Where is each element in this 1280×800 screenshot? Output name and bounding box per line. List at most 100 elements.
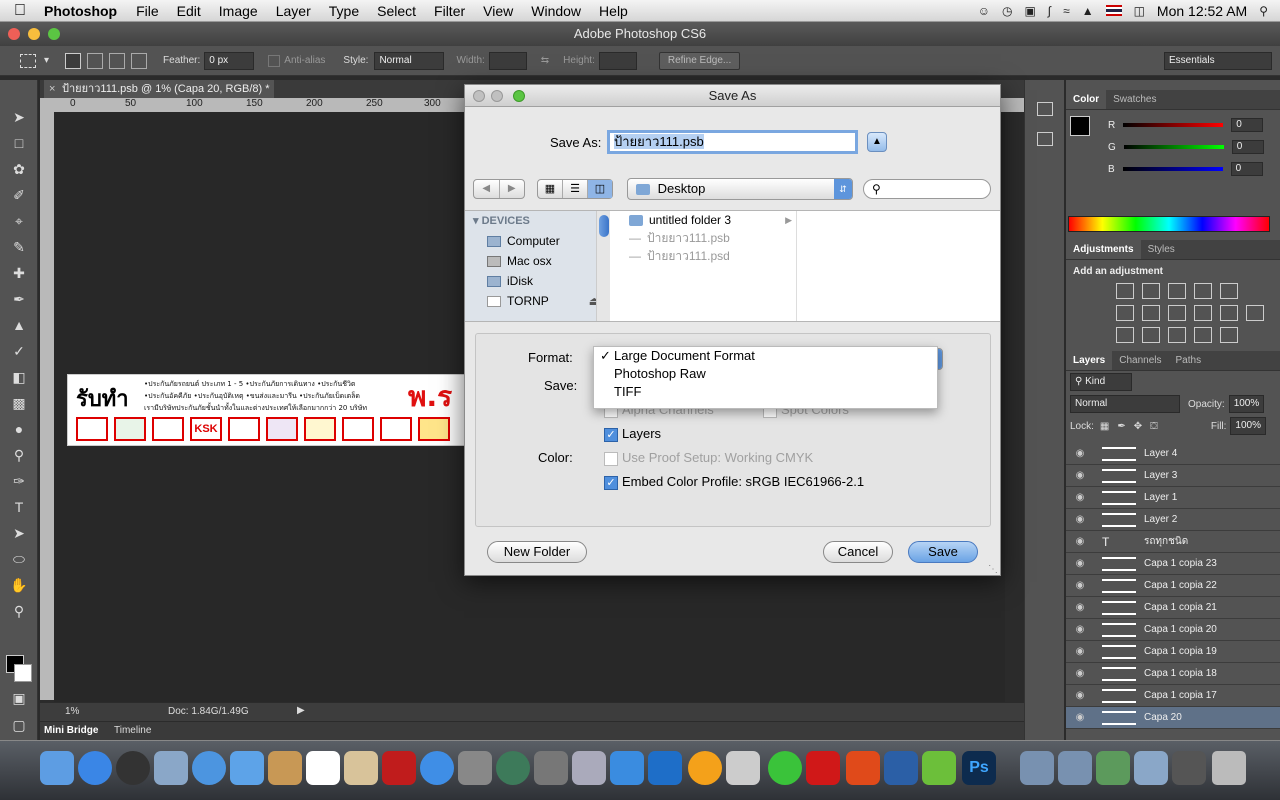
lock-position-icon[interactable]: ✥ [1134, 421, 1142, 432]
eye-visibility-icon[interactable]: ◉ [1066, 448, 1094, 459]
app-icon[interactable] [648, 751, 682, 785]
new-selection-icon[interactable] [65, 52, 82, 69]
menu-layer[interactable]: Layer [267, 3, 320, 19]
spotlight-search-icon[interactable]: ⚲ [1259, 4, 1268, 18]
blue-value[interactable]: 0 [1230, 162, 1263, 176]
status-menu-arrow-icon[interactable]: ▶ [297, 705, 305, 716]
healing-brush-tool-icon[interactable]: ✚ [0, 260, 38, 286]
pen-tool-icon[interactable]: ✑ [0, 468, 38, 494]
battery-icon[interactable]: ◫ [1134, 4, 1145, 18]
tab-adjustments[interactable]: Adjustments [1066, 240, 1141, 259]
tab-swatches[interactable]: Swatches [1106, 90, 1163, 109]
eye-visibility-icon[interactable]: ◉ [1066, 558, 1094, 569]
layer-row[interactable]: ◉ T รถทุกชนิด [1066, 531, 1280, 553]
time-machine-icon[interactable]: ◷ [1002, 4, 1012, 18]
tab-mini-bridge[interactable]: Mini Bridge [44, 725, 98, 736]
eye-visibility-icon[interactable]: ◉ [1066, 602, 1094, 613]
format-option-ldf[interactable]: ✓ Large Document Format [594, 347, 937, 365]
device-tornp[interactable]: TORNP ⏏ [465, 291, 610, 311]
expand-dialog-button[interactable]: ▲ [867, 132, 887, 152]
layers-checkbox[interactable]: ✓ [604, 427, 618, 442]
lock-all-icon[interactable]: ⛋ [1150, 421, 1158, 432]
background-color-swatch[interactable] [14, 664, 32, 682]
gradient-map-icon[interactable] [1220, 327, 1238, 343]
layer-row[interactable]: ◉ Layer 3 [1066, 465, 1280, 487]
app-store-icon[interactable] [78, 751, 112, 785]
eye-visibility-icon[interactable]: ◉ [1066, 580, 1094, 591]
sidebar-scroll-thumb[interactable] [599, 215, 609, 237]
stack-icon[interactable] [1172, 751, 1206, 785]
location-popup[interactable]: Desktop ⇵ [627, 178, 853, 200]
format-option-raw[interactable]: Photoshop Raw [594, 365, 937, 383]
lock-pixels-icon[interactable]: ▦ [1100, 421, 1109, 432]
app-icon[interactable] [572, 751, 606, 785]
invert-icon[interactable] [1116, 327, 1134, 343]
tab-timeline[interactable]: Timeline [114, 725, 151, 736]
back-arrow-icon[interactable]: ◀ [474, 180, 500, 198]
layer-row[interactable]: ◉ Capa 1 copia 18 [1066, 663, 1280, 685]
eraser-tool-icon[interactable]: ◧ [0, 364, 38, 390]
quick-select-tool-icon[interactable]: ✐ [0, 182, 38, 208]
app-icon[interactable] [884, 751, 918, 785]
height-input[interactable] [598, 51, 637, 70]
search-field[interactable]: ⚲ [863, 179, 991, 199]
display-icon[interactable]: ▣ [1024, 4, 1035, 18]
feather-input[interactable]: 0 px [204, 51, 255, 70]
app-icon[interactable] [922, 751, 956, 785]
posterize-icon[interactable] [1142, 327, 1160, 343]
fill-input[interactable]: 100% [1230, 417, 1266, 435]
dashboard-icon[interactable] [116, 751, 150, 785]
tab-paths[interactable]: Paths [1169, 351, 1209, 370]
app-icon[interactable] [688, 751, 722, 785]
dialog-close-button[interactable] [473, 90, 485, 102]
path-select-tool-icon[interactable]: ➤ [0, 520, 38, 546]
file-item[interactable]: — ป้ายยาว111.psd [615, 247, 796, 265]
layer-row[interactable]: ◉ Capa 1 copia 17 [1066, 685, 1280, 707]
menu-window[interactable]: Window [522, 3, 590, 19]
dict-icon[interactable] [806, 751, 840, 785]
eye-visibility-icon[interactable]: ◉ [1066, 668, 1094, 679]
documents-folder-icon[interactable] [1058, 751, 1092, 785]
eye-visibility-icon[interactable]: ◉ [1066, 536, 1094, 547]
list-view-icon[interactable]: ☰ [563, 180, 588, 198]
layer-row[interactable]: ◉ Capa 1 copia 19 [1066, 641, 1280, 663]
screen-mode-icon[interactable]: ▢ [0, 712, 38, 738]
forward-arrow-icon[interactable]: ▶ [500, 180, 525, 198]
color-fg-swatch[interactable] [1070, 116, 1090, 136]
kind-filter-select[interactable]: ⚲ Kind [1070, 373, 1132, 391]
filename-input[interactable]: ป้ายยาว111.psb [607, 130, 858, 154]
curves-icon[interactable] [1168, 283, 1186, 299]
layer-row[interactable]: ◉ Capa 20 [1066, 707, 1280, 729]
color-spectrum-bar[interactable] [1068, 216, 1270, 232]
tool-preset-dropdown-icon[interactable]: ▾ [44, 55, 49, 66]
safari-icon[interactable] [192, 751, 226, 785]
minimize-window-button[interactable] [28, 28, 40, 40]
facetime-icon[interactable] [230, 751, 264, 785]
menu-filter[interactable]: Filter [425, 3, 474, 19]
eye-visibility-icon[interactable]: ◉ [1066, 624, 1094, 635]
apple-menu-icon[interactable]:  [0, 2, 40, 20]
bluetooth-icon[interactable]: ∫ [1048, 4, 1051, 18]
threshold-icon[interactable] [1168, 327, 1186, 343]
levels-icon[interactable] [1142, 283, 1160, 299]
width-input[interactable] [488, 51, 527, 70]
layer-row[interactable]: ◉ Layer 1 [1066, 487, 1280, 509]
cancel-button[interactable]: Cancel [823, 541, 893, 563]
menu-image[interactable]: Image [210, 3, 267, 19]
move-tool-icon[interactable]: ➤ [0, 104, 38, 130]
proof-setup-option[interactable]: Use Proof Setup: Working CMYK [604, 450, 813, 466]
crop-tool-icon[interactable]: ⌖ [0, 208, 38, 234]
intersect-selection-icon[interactable] [131, 52, 148, 69]
app-icon[interactable] [726, 751, 760, 785]
black-white-icon[interactable] [1168, 305, 1186, 321]
photoshop-icon[interactable]: Ps [962, 751, 996, 785]
history-panel-icon[interactable] [1037, 102, 1053, 116]
lock-paint-icon[interactable]: ✒ [1117, 421, 1125, 432]
marquee-tool-icon[interactable] [20, 53, 36, 68]
layer-row[interactable]: ◉ Layer 2 [1066, 509, 1280, 531]
history-brush-tool-icon[interactable]: ✓ [0, 338, 38, 364]
blur-tool-icon[interactable]: ● [0, 416, 38, 442]
green-value[interactable]: 0 [1231, 140, 1264, 154]
line-icon[interactable] [768, 751, 802, 785]
trash-icon[interactable] [1212, 751, 1246, 785]
